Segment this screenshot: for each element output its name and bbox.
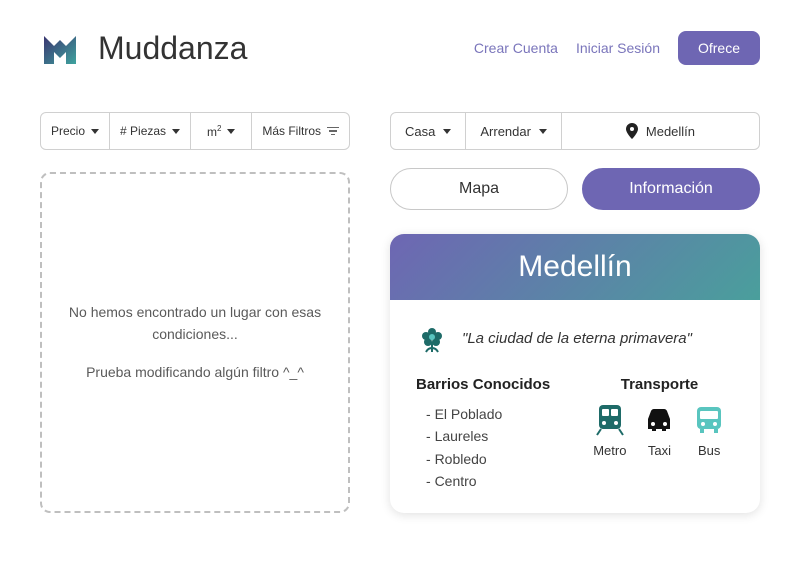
empty-results: No hemos encontrado un lugar con esas co…: [40, 172, 350, 513]
filter-icon: [327, 127, 339, 136]
view-tabs: Mapa Información: [390, 168, 760, 210]
city-title: Medellín: [390, 250, 760, 284]
filter-price-label: Precio: [51, 124, 85, 138]
transport-bus-label: Bus: [698, 443, 720, 458]
search-bar: Casa Arrendar Medellín: [390, 112, 760, 150]
chevron-down-icon: [443, 129, 451, 134]
filter-rooms[interactable]: # Piezas: [110, 113, 191, 149]
search-type[interactable]: Casa: [391, 113, 466, 149]
chevron-down-icon: [172, 129, 180, 134]
filter-area-label: m2: [207, 124, 221, 139]
empty-message-2: Prueba modificando algún filtro ^_^: [86, 361, 304, 383]
list-item: - Centro: [426, 470, 565, 492]
transport-taxi: Taxi: [642, 403, 676, 458]
city-card: Medellín "La ciudad de la et: [390, 234, 760, 513]
brand-name: Muddanza: [98, 30, 247, 67]
nav: Crear Cuenta Iniciar Sesión Ofrece: [474, 31, 760, 65]
filter-price[interactable]: Precio: [41, 113, 110, 149]
city-slogan: "La ciudad de la eterna primavera": [462, 330, 692, 347]
barrios-title: Barrios Conocidos: [416, 376, 565, 393]
list-item: - El Poblado: [426, 403, 565, 425]
filter-more-label: Más Filtros: [262, 124, 321, 138]
header: Muddanza Crear Cuenta Iniciar Sesión Ofr…: [40, 28, 760, 68]
tab-map[interactable]: Mapa: [390, 168, 568, 210]
metro-icon: [593, 403, 627, 437]
transport-taxi-label: Taxi: [648, 443, 671, 458]
city-card-header: Medellín: [390, 234, 760, 300]
transport-metro: Metro: [593, 403, 627, 458]
empty-message-1: No hemos encontrado un lugar con esas co…: [62, 301, 328, 346]
offer-button[interactable]: Ofrece: [678, 31, 760, 65]
search-mode-label: Arrendar: [480, 124, 531, 139]
chevron-down-icon: [227, 129, 235, 134]
bus-icon: [692, 403, 726, 437]
transport-metro-label: Metro: [593, 443, 626, 458]
transport-section: Transporte: [585, 376, 734, 493]
create-account-link[interactable]: Crear Cuenta: [474, 40, 558, 56]
logo-icon: [40, 28, 80, 68]
search-type-label: Casa: [405, 124, 435, 139]
search-city[interactable]: Medellín: [562, 113, 759, 149]
barrios-list: - El Poblado - Laureles - Robledo - Cent…: [416, 403, 565, 493]
chevron-down-icon: [539, 129, 547, 134]
search-city-label: Medellín: [646, 124, 695, 139]
list-item: - Robledo: [426, 448, 565, 470]
tab-info[interactable]: Información: [582, 168, 760, 210]
taxi-icon: [642, 403, 676, 437]
search-mode[interactable]: Arrendar: [466, 113, 562, 149]
chevron-down-icon: [91, 129, 99, 134]
barrios-section: Barrios Conocidos - El Poblado - Laurele…: [416, 376, 565, 493]
transport-bus: Bus: [692, 403, 726, 458]
brand: Muddanza: [40, 28, 247, 68]
filter-bar: Precio # Piezas m2 Más Filtros: [40, 112, 350, 150]
filter-more[interactable]: Más Filtros: [252, 113, 349, 149]
login-link[interactable]: Iniciar Sesión: [576, 40, 660, 56]
filter-rooms-label: # Piezas: [120, 124, 166, 138]
filter-area[interactable]: m2: [191, 113, 252, 149]
flower-icon: [416, 322, 448, 354]
transport-title: Transporte: [585, 376, 734, 393]
list-item: - Laureles: [426, 425, 565, 447]
pin-icon: [626, 123, 638, 139]
